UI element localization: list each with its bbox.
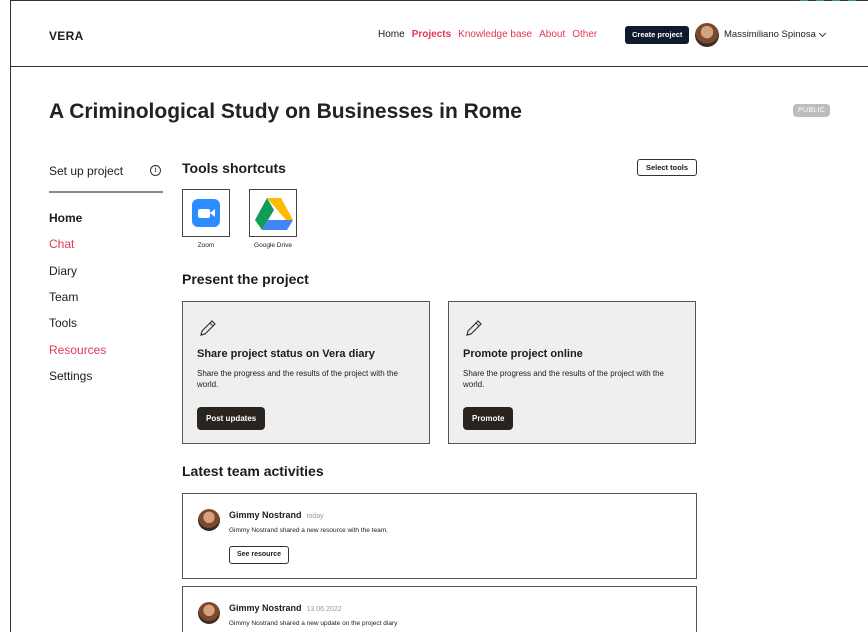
activity-author: Gimmy Nostrand 13.06.2022: [229, 603, 342, 613]
activity-item: Gimmy Nostrand today Gimmy Nostrand share…: [182, 493, 697, 579]
user-name: Massimiliano Spinosa: [724, 29, 816, 40]
info-icon[interactable]: i: [150, 165, 161, 176]
sidebar-item-chat[interactable]: Chat: [49, 237, 74, 251]
tool-google-drive-label: Google Drive: [254, 242, 292, 249]
card-description: Share the progress and the results of th…: [197, 369, 399, 389]
promote-button[interactable]: Promote: [463, 407, 514, 430]
sidebar-item-diary[interactable]: Diary: [49, 264, 77, 278]
create-project-button[interactable]: Create project: [625, 26, 690, 44]
activity-item: Gimmy Nostrand 13.06.2022 Gimmy Nostrand …: [182, 586, 697, 632]
pencil-icon: [200, 320, 216, 336]
activity-message: Gimmy Nostrand shared a new resource wit…: [229, 527, 388, 534]
activity-author: Gimmy Nostrand today: [229, 510, 324, 520]
nav-knowledge-base[interactable]: Knowledge base: [458, 29, 532, 40]
page-title: A Criminological Study on Businesses in …: [49, 100, 522, 123]
post-updates-button[interactable]: Post updates: [197, 407, 266, 430]
select-tools-button[interactable]: Select tools: [637, 159, 697, 176]
nav-projects[interactable]: Projects: [412, 29, 451, 40]
user-avatar[interactable]: [695, 23, 719, 47]
sidebar-item-resources[interactable]: Resources: [49, 343, 106, 357]
visibility-badge: PUBLIC: [793, 104, 831, 117]
sidebar-divider: [49, 191, 163, 193]
nav-other[interactable]: Other: [572, 29, 597, 40]
card-title: Promote project online: [463, 348, 583, 360]
sidebar-item-settings[interactable]: Settings: [49, 369, 92, 383]
tool-zoom-label: Zoom: [197, 242, 215, 249]
activity-time: 13.06.2022: [306, 606, 342, 613]
tools-heading: Tools shortcuts: [182, 160, 286, 176]
top-header: VERA Home Projects Knowledge base About …: [11, 1, 868, 67]
sidebar-item-team[interactable]: Team: [49, 290, 78, 304]
card-title: Share project status on Vera diary: [197, 348, 375, 360]
zoom-icon: [192, 199, 220, 227]
activity-message: Gimmy Nostrand shared a new update on th…: [229, 620, 398, 627]
chevron-down-icon: [818, 29, 826, 37]
nav-about[interactable]: About: [539, 29, 565, 40]
main-nav: Home Projects Knowledge base About Other: [378, 29, 597, 40]
tool-zoom[interactable]: [182, 189, 230, 237]
app-logo[interactable]: VERA: [49, 29, 84, 43]
diary-card: Share project status on Vera diary Share…: [182, 301, 430, 444]
pencil-icon: [466, 320, 482, 336]
promote-card: Promote project online Share the progres…: [448, 301, 696, 444]
tool-google-drive[interactable]: [249, 189, 297, 237]
avatar: [198, 509, 220, 531]
activity-time: today: [306, 513, 324, 520]
nav-home[interactable]: Home: [378, 29, 405, 40]
sidebar-item-home[interactable]: Home: [49, 211, 82, 225]
google-drive-icon: [255, 198, 293, 230]
activity-author-name[interactable]: Gimmy Nostrand: [229, 510, 302, 520]
user-menu[interactable]: Massimiliano Spinosa: [724, 29, 826, 40]
activity-author-name[interactable]: Gimmy Nostrand: [229, 603, 302, 613]
avatar: [198, 602, 220, 624]
activities-heading: Latest team activities: [182, 463, 324, 479]
setup-project-link[interactable]: Set up project: [49, 164, 123, 178]
sidebar-item-tools[interactable]: Tools: [49, 316, 77, 330]
present-heading: Present the project: [182, 271, 309, 287]
see-resource-button[interactable]: See resource: [229, 546, 289, 564]
card-description: Share the progress and the results of th…: [463, 369, 665, 389]
